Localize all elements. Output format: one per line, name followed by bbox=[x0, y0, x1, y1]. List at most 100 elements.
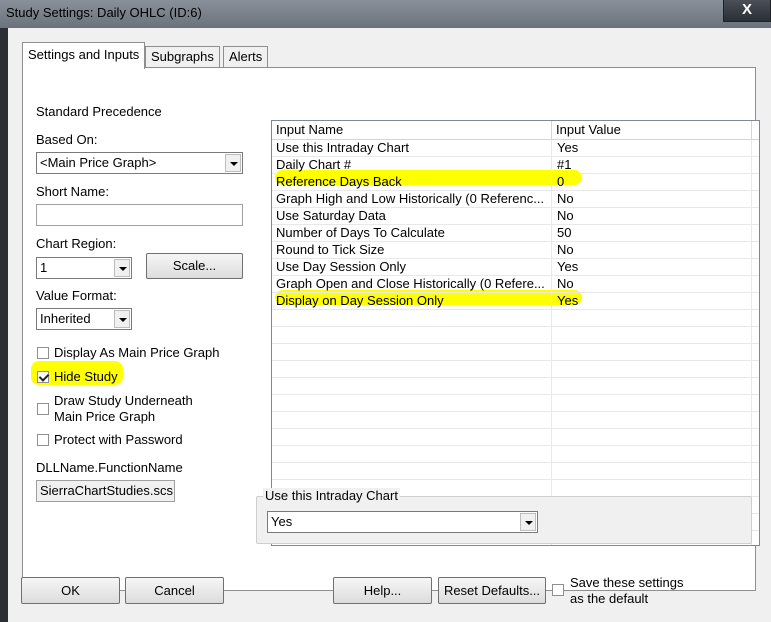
draw-underneath-label-line2: Main Price Graph bbox=[54, 409, 156, 424]
inputs-table: Input Name Input Value Use this Intraday… bbox=[271, 120, 760, 546]
empty-row bbox=[272, 463, 759, 480]
save-defaults-label-line2: as the default bbox=[570, 591, 649, 606]
draw-underneath-checkbox[interactable] bbox=[37, 403, 49, 415]
table-header: Input Name Input Value bbox=[272, 121, 759, 140]
empty-row bbox=[272, 429, 759, 446]
save-defaults-label-line1: Save these settings bbox=[570, 575, 684, 590]
empty-cell bbox=[552, 463, 752, 480]
input-editor-group: Use this Intraday Chart Yes bbox=[256, 488, 752, 544]
empty-row bbox=[272, 378, 759, 395]
input-editor-label: Use this Intraday Chart bbox=[263, 488, 400, 503]
input-name-cell: Use this Intraday Chart bbox=[272, 140, 552, 157]
empty-row bbox=[272, 395, 759, 412]
hide-study-checkbox[interactable] bbox=[37, 371, 49, 383]
reset-defaults-button[interactable]: Reset Defaults... bbox=[438, 577, 546, 604]
short-name-label: Short Name: bbox=[36, 184, 109, 199]
input-value-cell[interactable]: Yes bbox=[552, 293, 752, 310]
chevron-down-icon bbox=[225, 154, 241, 172]
empty-row bbox=[272, 446, 759, 463]
empty-cell bbox=[552, 412, 752, 429]
tab-settings-and-inputs[interactable]: Settings and Inputs bbox=[22, 42, 146, 69]
table-row[interactable]: Use Day Session Only Yes bbox=[272, 259, 759, 276]
scale-button[interactable]: Scale... bbox=[146, 253, 243, 279]
empty-cell bbox=[272, 310, 552, 327]
input-value-cell[interactable]: Yes bbox=[552, 259, 752, 276]
chevron-down-icon bbox=[114, 310, 130, 328]
short-name-input[interactable] bbox=[36, 204, 243, 226]
close-button[interactable]: X bbox=[723, 0, 771, 22]
input-name-cell: Graph High and Low Historically (0 Refer… bbox=[272, 191, 552, 208]
table-row[interactable]: Daily Chart # #1 bbox=[272, 157, 759, 174]
save-defaults-checkbox[interactable] bbox=[552, 584, 564, 596]
empty-cell bbox=[272, 395, 552, 412]
empty-cell bbox=[552, 327, 752, 344]
value-format-value: Inherited bbox=[40, 311, 91, 326]
empty-row bbox=[272, 327, 759, 344]
empty-cell bbox=[552, 361, 752, 378]
close-icon: X bbox=[741, 1, 752, 18]
column-header-input-name[interactable]: Input Name bbox=[272, 121, 552, 140]
input-value-cell[interactable]: No bbox=[552, 191, 752, 208]
input-value-cell[interactable]: #1 bbox=[552, 157, 752, 174]
draw-underneath-label-line1: Draw Study Underneath bbox=[54, 393, 193, 408]
tab-label: Settings and Inputs bbox=[28, 47, 140, 62]
input-name-cell: Number of Days To Calculate bbox=[272, 225, 552, 242]
input-value-cell[interactable]: No bbox=[552, 208, 752, 225]
dll-name-field[interactable]: SierraChartStudies.scs bbox=[36, 480, 175, 502]
empty-cell bbox=[552, 395, 752, 412]
empty-cell bbox=[272, 429, 552, 446]
ok-button[interactable]: OK bbox=[21, 577, 120, 604]
input-value-select[interactable]: Yes bbox=[267, 511, 538, 533]
cancel-button[interactable]: Cancel bbox=[125, 577, 224, 604]
chart-region-value: 1 bbox=[40, 260, 48, 275]
dialog-client: Settings and Inputs Subgraphs Alerts Sta… bbox=[8, 28, 771, 622]
input-name-cell: Reference Days Back bbox=[272, 174, 552, 191]
table-row[interactable]: Graph Open and Close Historically (0 Ref… bbox=[272, 276, 759, 293]
settings-panel: Standard Precedence Based On: <Main Pric… bbox=[22, 67, 760, 591]
chart-region-label: Chart Region: bbox=[36, 236, 117, 251]
table-row[interactable]: Display on Day Session Only Yes bbox=[272, 293, 759, 310]
empty-cell bbox=[272, 327, 552, 344]
chevron-down-icon bbox=[520, 513, 536, 531]
chart-region-select[interactable]: 1 bbox=[36, 257, 132, 279]
input-value-cell[interactable]: No bbox=[552, 242, 752, 259]
input-name-cell: Daily Chart # bbox=[272, 157, 552, 174]
empty-cell bbox=[272, 378, 552, 395]
empty-row bbox=[272, 361, 759, 378]
table-row[interactable]: Round to Tick Size No bbox=[272, 242, 759, 259]
empty-cell bbox=[272, 361, 552, 378]
input-name-cell: Round to Tick Size bbox=[272, 242, 552, 259]
tab-label: Alerts bbox=[229, 49, 263, 64]
empty-cell bbox=[552, 480, 752, 497]
tab-alerts[interactable]: Alerts bbox=[223, 46, 269, 68]
tab-subgraphs[interactable]: Subgraphs bbox=[145, 46, 220, 68]
column-header-input-value[interactable]: Input Value bbox=[552, 121, 752, 140]
help-button[interactable]: Help... bbox=[333, 577, 432, 604]
title-bar: Study Settings: Daily OHLC (ID:6) X bbox=[0, 0, 771, 28]
table-row[interactable]: Use Saturday Data No bbox=[272, 208, 759, 225]
table-row[interactable]: Use this Intraday Chart Yes bbox=[272, 140, 759, 157]
table-row[interactable]: Graph High and Low Historically (0 Refer… bbox=[272, 191, 759, 208]
input-value-cell[interactable]: 50 bbox=[552, 225, 752, 242]
table-row[interactable]: Reference Days Back 0 bbox=[272, 174, 759, 191]
based-on-select[interactable]: <Main Price Graph> bbox=[36, 152, 243, 174]
input-value-selected: Yes bbox=[271, 514, 293, 529]
based-on-value: <Main Price Graph> bbox=[40, 155, 157, 170]
input-value-cell[interactable]: No bbox=[552, 276, 752, 293]
chevron-down-icon bbox=[114, 259, 130, 277]
empty-cell bbox=[272, 412, 552, 429]
value-format-select[interactable]: Inherited bbox=[36, 308, 132, 330]
empty-cell bbox=[272, 463, 552, 480]
table-row[interactable]: Number of Days To Calculate 50 bbox=[272, 225, 759, 242]
input-value-cell[interactable]: Yes bbox=[552, 140, 752, 157]
input-value-cell[interactable]: 0 bbox=[552, 174, 752, 191]
empty-row bbox=[272, 344, 759, 361]
protect-password-checkbox[interactable] bbox=[37, 434, 49, 446]
input-name-cell: Use Saturday Data bbox=[272, 208, 552, 225]
display-main-checkbox[interactable] bbox=[37, 347, 49, 359]
tab-label: Subgraphs bbox=[151, 49, 214, 64]
empty-cell bbox=[552, 378, 752, 395]
window-title: Study Settings: Daily OHLC (ID:6) bbox=[6, 5, 202, 20]
protect-password-label: Protect with Password bbox=[54, 432, 183, 447]
input-name-cell: Display on Day Session Only bbox=[272, 293, 552, 310]
